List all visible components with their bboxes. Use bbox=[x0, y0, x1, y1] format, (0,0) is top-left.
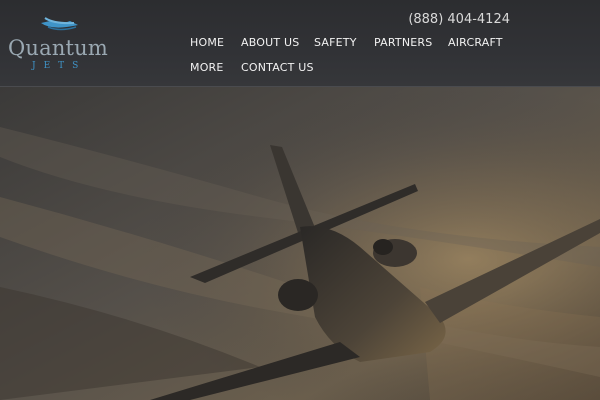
hero-jet-image bbox=[0, 87, 600, 400]
nav-item-home[interactable]: HOME bbox=[190, 36, 224, 49]
jet-logo-icon bbox=[41, 17, 78, 31]
nav-item-safety[interactable]: SAFETY bbox=[314, 36, 357, 49]
site-logo[interactable]: Quantum JETS bbox=[6, 12, 110, 74]
nav-item-contact-us[interactable]: CONTACT US bbox=[241, 61, 314, 74]
phone-link[interactable]: (888) 404-4124 bbox=[408, 12, 510, 27]
nav-item-more[interactable]: MORE bbox=[190, 61, 224, 74]
nav-item-aircraft[interactable]: AIRCRAFT bbox=[448, 36, 503, 49]
site-header: Quantum JETS (888) 404-4124 HOME ABOUT U… bbox=[0, 0, 600, 87]
logo-subtitle: JETS bbox=[32, 61, 87, 71]
logo-wordmark: Quantum bbox=[7, 36, 109, 60]
nav-item-about-us[interactable]: ABOUT US bbox=[241, 36, 299, 49]
nav-item-partners[interactable]: PARTNERS bbox=[374, 36, 432, 49]
page: Quantum JETS (888) 404-4124 HOME ABOUT U… bbox=[0, 0, 600, 400]
hero-banner bbox=[0, 87, 600, 400]
